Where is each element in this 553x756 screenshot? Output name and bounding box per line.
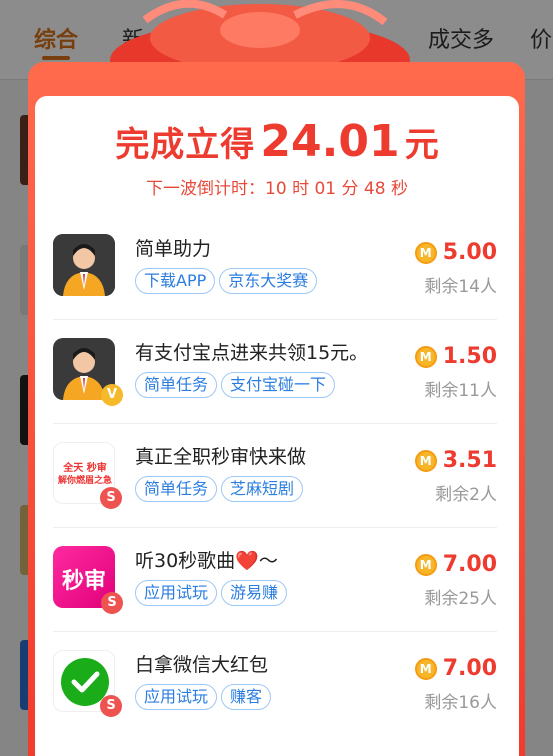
task-reward: M 7.00 xyxy=(414,552,497,577)
coin-icon: M xyxy=(414,241,437,264)
modal-title: 完成立得 24.01 元 xyxy=(35,116,519,167)
task-tag: 应用试玩 xyxy=(135,580,218,606)
task-item[interactable]: V 有支付宝点进来共领15元。 简单任务 支付宝碰一下 M 1.50 剩余11人 xyxy=(53,320,497,424)
coin-icon: M xyxy=(414,657,437,680)
task-tag: 支付宝碰一下 xyxy=(221,372,336,398)
coin-icon: M xyxy=(414,449,437,472)
task-reward: M 1.50 xyxy=(414,344,497,369)
task-tag: 赚客 xyxy=(221,684,272,710)
reward-value: 7.00 xyxy=(442,656,497,681)
task-tags: 下载APP 京东大奖赛 xyxy=(135,268,321,294)
shield-badge-icon: S xyxy=(101,592,123,614)
task-tags: 应用试玩 赚客 xyxy=(135,684,275,710)
task-tag: 芝麻短剧 xyxy=(221,476,304,502)
title-label: 完成立得 xyxy=(115,125,256,165)
task-name: 白拿微信大红包 xyxy=(135,654,269,676)
avatar-verified-icon: V xyxy=(53,338,123,406)
task-tags: 简单任务 支付宝碰一下 xyxy=(135,372,339,398)
remaining-count: 剩余11人 xyxy=(424,381,497,401)
wechat-icon: S xyxy=(53,650,122,717)
task-tag: 下载APP xyxy=(135,268,216,294)
task-reward: M 3.51 xyxy=(414,448,497,473)
task-item[interactable]: S 白拿微信大红包 应用试玩 赚客 M 7.00 剩余16人 xyxy=(53,632,497,736)
task-name: 有支付宝点进来共领15元。 xyxy=(135,342,369,364)
coin-icon: M xyxy=(414,345,437,368)
reward-value: 1.50 xyxy=(442,344,497,369)
task-modal: 完成立得 24.01 元 下一波倒计时：10 时 01 分 48 秒 简单助力 … xyxy=(35,96,519,756)
remaining-count: 剩余14人 xyxy=(424,277,497,297)
task-tag: 应用试玩 xyxy=(135,684,218,710)
task-item[interactable]: 简单助力 下载APP 京东大奖赛 M 5.00 剩余14人 xyxy=(53,216,497,320)
task-item[interactable]: 秒审 S 听30秒歌曲❤️～ 应用试玩 游易赚 M 7.00 剩余25人 xyxy=(53,528,497,632)
task-name: 真正全职秒审快来做 xyxy=(135,446,307,468)
task-tag: 京东大奖赛 xyxy=(219,268,318,294)
task-item[interactable]: 全天 秒审 解你燃眉之急 S 真正全职秒审快来做 简单任务 芝麻短剧 M 3.51 … xyxy=(53,424,497,528)
task-tag: 游易赚 xyxy=(221,580,288,606)
task-name: 听30秒歌曲❤️～ xyxy=(135,550,278,572)
coin-icon: M xyxy=(414,553,437,576)
task-reward: M 5.00 xyxy=(414,240,497,265)
title-unit: 元 xyxy=(404,125,439,165)
fulltime-review-icon: 全天 秒审 解你燃眉之急 S xyxy=(53,442,122,509)
countdown-timer: 下一波倒计时：10 时 01 分 48 秒 xyxy=(146,179,408,199)
avatar-icon xyxy=(53,234,115,296)
second-review-icon: 秒审 S xyxy=(53,546,123,614)
title-amount: 24.01 xyxy=(260,116,400,167)
task-reward: M 7.00 xyxy=(414,656,497,681)
shield-badge-icon: S xyxy=(100,487,122,509)
task-tags: 应用试玩 游易赚 xyxy=(135,580,291,606)
reward-value: 7.00 xyxy=(442,552,497,577)
reward-value: 5.00 xyxy=(442,240,497,265)
remaining-count: 剩余25人 xyxy=(424,589,497,609)
reward-value: 3.51 xyxy=(442,448,497,473)
verified-badge-icon: V xyxy=(101,384,123,406)
remaining-count: 剩余2人 xyxy=(435,485,497,505)
task-tag: 简单任务 xyxy=(135,372,218,398)
shield-badge-icon: S xyxy=(100,695,122,717)
remaining-count: 剩余16人 xyxy=(424,693,497,713)
task-tag: 简单任务 xyxy=(135,476,218,502)
task-tags: 简单任务 芝麻短剧 xyxy=(135,476,307,502)
task-name: 简单助力 xyxy=(135,238,212,260)
